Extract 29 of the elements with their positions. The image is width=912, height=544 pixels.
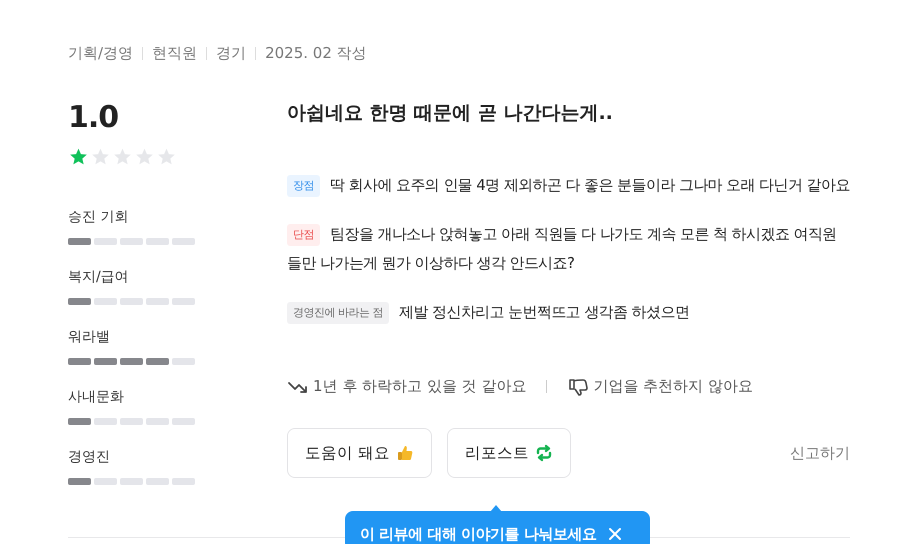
meta-text: 기획/경영 [68,44,134,62]
outlook-text: 1년 후 하락하고 있을 것 같아요 [313,377,526,396]
star-icon [156,147,177,167]
thumbs-up-icon [396,444,414,462]
rating-label: 경영진 [68,448,111,467]
rating-label: 사내문화 [68,388,125,407]
tooltip-text: 이 리뷰에 대해 이야기를 나눠보세요 [360,524,596,544]
star-icon [68,147,89,167]
pros-paragraph: 장점 딱 회사에 요주의 인물 4명 제외하곤 다 좋은 분들이라 그나마 오래 다닌거 같아요 [287,171,850,200]
star-icon [90,147,111,167]
review-title: 아쉽네요 한명 때문에 곧 나간다는게.. [287,101,614,126]
meta-text: 경기 [216,44,246,62]
rating-label: 워라밸 [68,328,111,347]
recommend-text: 기업을 추천하지 않아요 [593,377,753,396]
meta-text: 현직원 [152,44,198,62]
report-link[interactable]: 신고하기 [790,444,850,462]
repost-icon [534,444,553,462]
rating-label: 복지/급여 [68,268,130,287]
meta-text: 2025. 02 작성 [265,44,367,62]
star-icon [134,147,155,167]
close-icon[interactable] [608,527,622,541]
rating-label: 승진 기회 [68,208,130,227]
star-icon [112,147,133,167]
thumbs-down-icon [567,378,590,396]
cons-paragraph: 단점 팀장을 개나소나 앉혀놓고 아래 직원들 다 나가도 계속 모른 척 하시겠죠 여직원들만 나가는게 뭔가 이상하다 생각 안드시죠? [287,223,838,274]
helpful-button[interactable]: 도움이 돼요 [287,428,432,478]
management-wish-paragraph: 경영진에 바라는 점 제발 정신차리고 눈번쩍뜨고 생각좀 하셨으면 [287,298,850,327]
rating-score: 1.0 [68,100,120,136]
repost-button[interactable]: 리포스트 [446,428,571,478]
